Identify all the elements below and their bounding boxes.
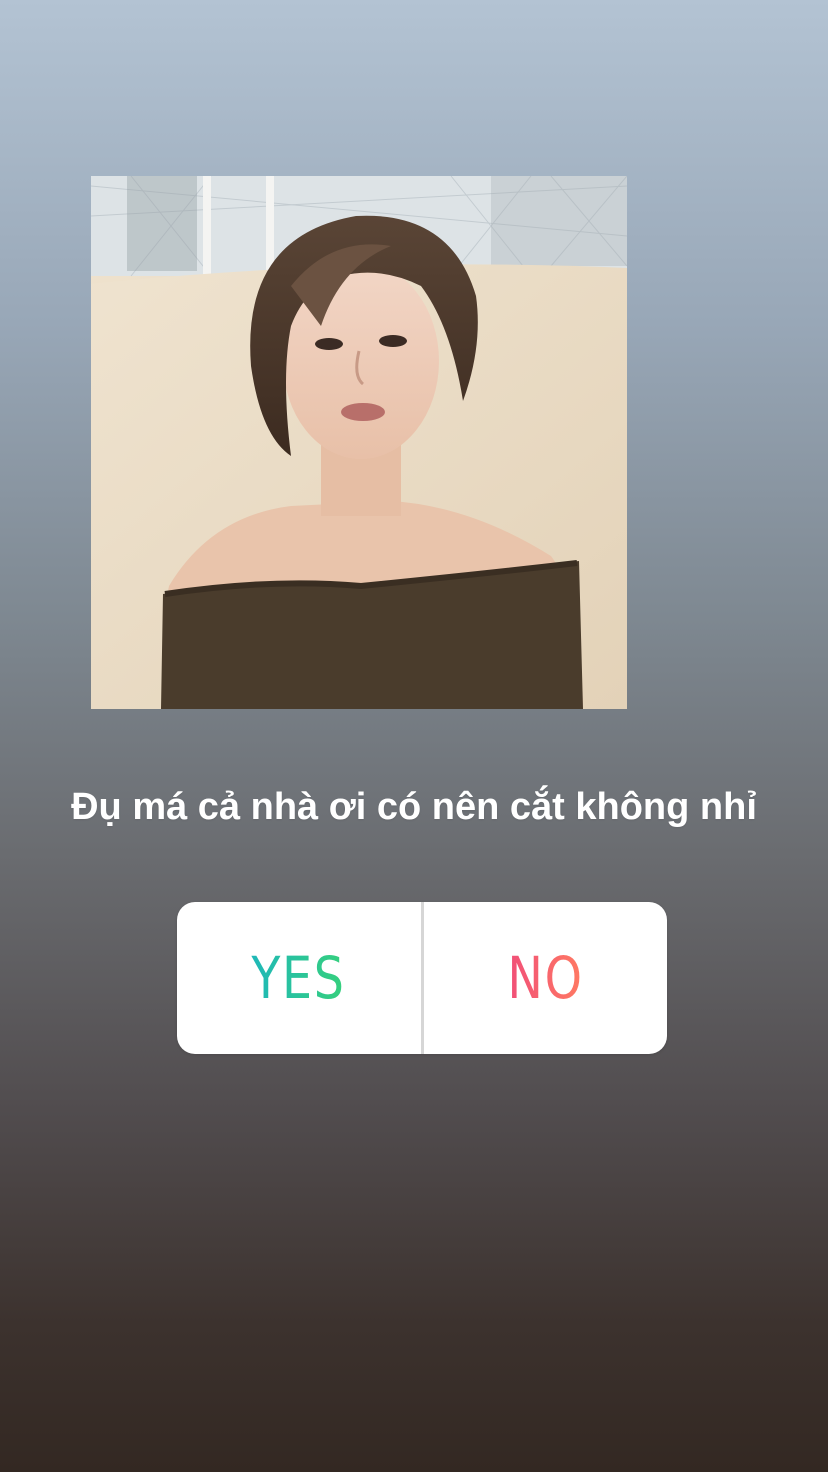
story-photo [91, 176, 627, 709]
story-caption: Đụ má cả nhà ơi có nên cắt không nhỉ [71, 786, 757, 828]
poll-sticker: YES NO [177, 902, 667, 1054]
poll-option-yes-label: YES [251, 944, 346, 1012]
poll-option-yes[interactable]: YES [177, 902, 421, 1054]
poll-option-no-label: NO [507, 944, 584, 1012]
portrait-photo-illustration [91, 176, 627, 709]
poll-option-no[interactable]: NO [424, 902, 668, 1054]
